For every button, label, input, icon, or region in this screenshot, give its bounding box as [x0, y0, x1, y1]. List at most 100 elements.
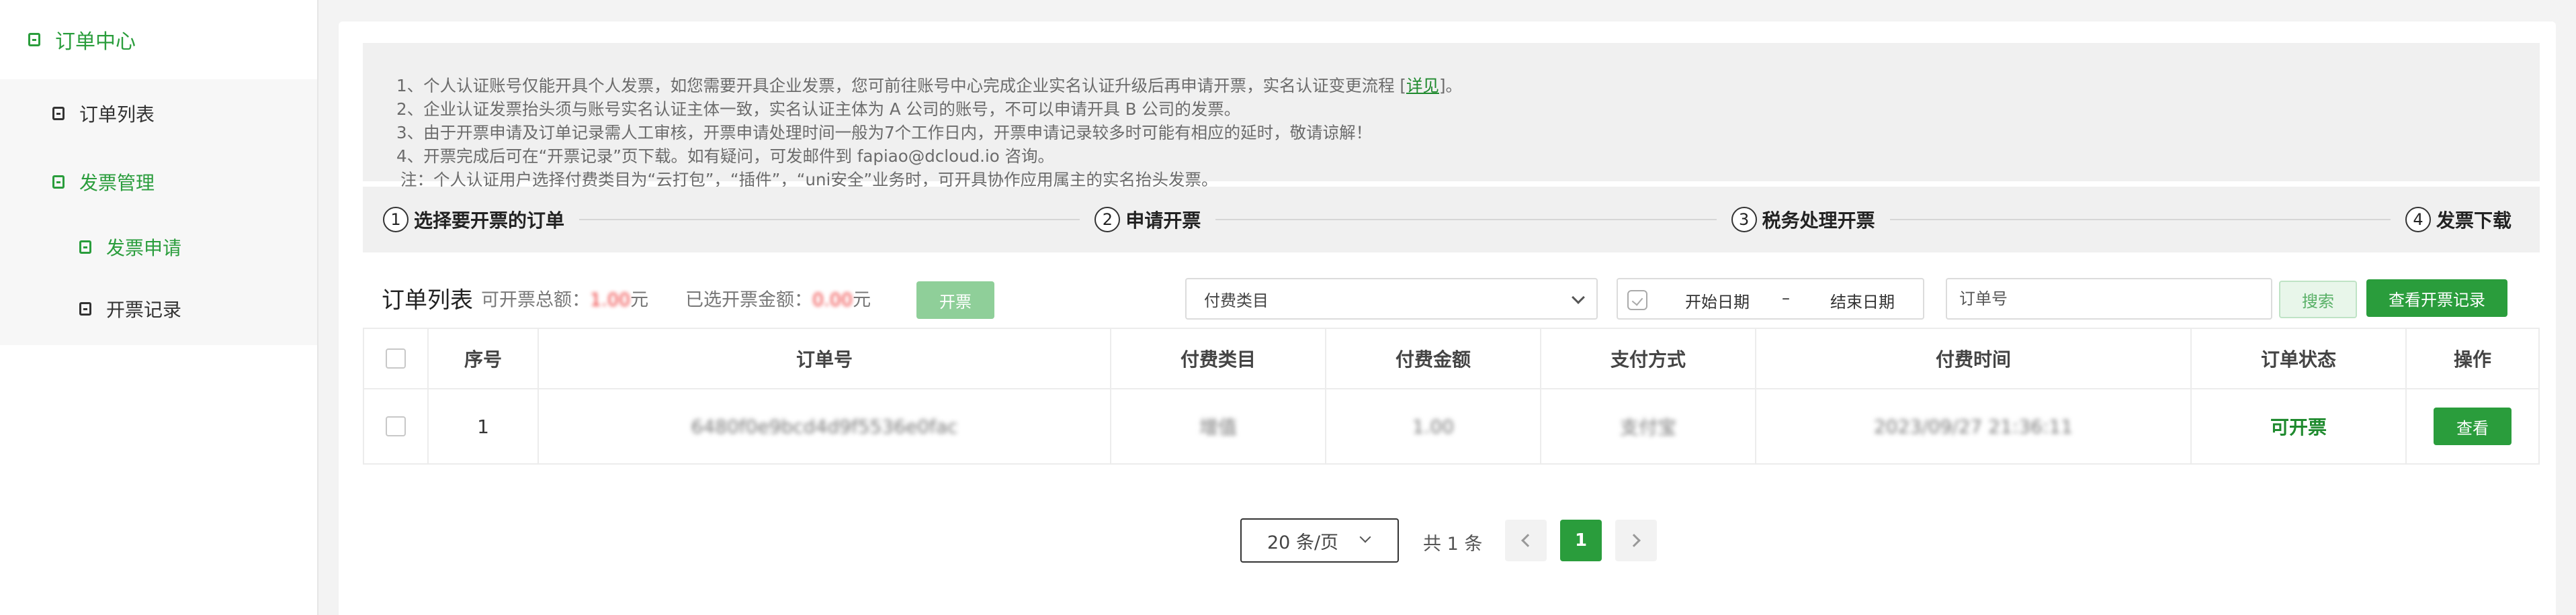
sidebar-item-invoice-management[interactable]: 发票管理 — [0, 148, 317, 216]
step-4: 4 发票下载 — [2405, 206, 2511, 233]
order-toolbar: 订单列表 可开票总额：1.00元 已选开票金额：0.00元 开票 付费类目 开始… — [339, 250, 2556, 328]
selected-amount-label: 已选开票金额： — [685, 289, 812, 311]
date-start[interactable]: 开始日期 — [1685, 289, 1750, 312]
order-table: 序号 订单号 付费类目 付费金额 支付方式 付费时间 订单状态 操作 1 648… — [363, 328, 2540, 465]
notice-text: 1、个人认证账号仅能开具个人发票，如您需要开具企业发票，您可前往账号中心完成企业… — [396, 76, 1406, 95]
sidebar-group-order-center[interactable]: 订单中心 — [0, 0, 317, 79]
header-category: 付费类目 — [1111, 329, 1326, 388]
header-payment: 支付方式 — [1541, 329, 1756, 388]
header-time: 付费时间 — [1756, 329, 2192, 388]
step-label: 选择要开票的订单 — [414, 209, 565, 232]
header-status: 订单状态 — [2192, 329, 2407, 388]
total-count: 共 1 条 — [1423, 534, 1483, 555]
issue-invoice-button[interactable]: 开票 — [916, 281, 994, 319]
step-number: 2 — [1094, 207, 1121, 232]
row-checkbox[interactable] — [386, 416, 406, 436]
row-status: 可开票 — [2192, 389, 2407, 463]
status-badge: 可开票 — [2270, 416, 2327, 438]
step-label: 税务处理开票 — [1762, 209, 1875, 232]
document-icon — [52, 107, 65, 120]
page-size-value: 20 条/页 — [1267, 532, 1339, 553]
step-label: 发票下载 — [2436, 209, 2511, 232]
row-index: 1 — [429, 389, 539, 463]
step-3: 3 税务处理开票 — [1731, 206, 1875, 233]
header-action: 操作 — [2453, 348, 2491, 371]
category-value: 增值 — [1199, 416, 1237, 438]
main-panel: 1、个人认证账号仅能开具个人发票，如您需要开具企业发票，您可前往账号中心完成企业… — [339, 21, 2556, 615]
chevron-right-icon — [1627, 534, 1641, 547]
process-steps: 1 选择要开票的订单 2 申请开票 3 税务处理开票 4 发票下载 — [363, 187, 2540, 252]
search-button[interactable]: 搜索 — [2279, 281, 2357, 318]
step-connector — [1215, 219, 1717, 220]
notice-line-1: 1、个人认证账号仅能开具个人发票，如您需要开具企业发票，您可前往账号中心完成企业… — [396, 74, 2540, 97]
header-index: 序号 — [429, 329, 539, 388]
amount-value: 1.00 — [1412, 415, 1455, 438]
view-button[interactable]: 查看 — [2434, 408, 2511, 445]
row-action: 查看 — [2407, 389, 2538, 463]
chevron-left-icon — [1521, 534, 1535, 547]
row-payment: 支付宝 — [1541, 389, 1756, 463]
step-label: 申请开票 — [1125, 209, 1201, 232]
sidebar: 订单中心 订单列表 发票管理 发票申请 开票记录 — [0, 0, 318, 615]
category-select-value: 付费类目 — [1204, 291, 1269, 310]
step-connector — [1889, 219, 2391, 220]
order-number-input[interactable] — [1946, 278, 2272, 320]
sidebar-group-label: 订单中心 — [55, 30, 136, 54]
sidebar-item-label: 发票管理 — [79, 172, 155, 194]
step-2: 2 申请开票 — [1094, 206, 1201, 233]
document-icon — [52, 175, 65, 189]
page-1-button[interactable]: 1 — [1560, 520, 1602, 561]
row-order-no: 6480f0e9bcd4d9f5536e0fac — [539, 389, 1111, 463]
notice-line-3: 3、由于开票申请及订单记录需人工审核，开票申请处理时间一般为7个工作日内，开票申… — [396, 123, 1373, 142]
notice-text: ]。 — [1439, 76, 1462, 95]
header-amount: 付费金额 — [1326, 329, 1541, 388]
details-link[interactable]: 详见 — [1406, 76, 1439, 95]
unit-label: 元 — [853, 289, 871, 311]
sidebar-item-label: 发票申请 — [106, 237, 182, 259]
section-title: 订单列表 — [382, 287, 473, 314]
date-range-picker[interactable]: 开始日期 – 结束日期 — [1617, 278, 1924, 320]
document-icon — [79, 240, 91, 254]
document-icon — [28, 33, 40, 46]
notice-line-4: 4、开票完成后可在“开票记录”页下载。如有疑问，可发邮件到 fapiao@dcl… — [396, 146, 1055, 166]
page-size-select[interactable]: 20 条/页 — [1240, 518, 1399, 563]
sidebar-item-invoice-records[interactable]: 开票记录 — [0, 278, 317, 340]
row-amount: 1.00 — [1326, 389, 1541, 463]
category-select[interactable]: 付费类目 — [1185, 278, 1598, 320]
prev-page-button[interactable] — [1505, 520, 1547, 561]
sidebar-item-invoice-apply[interactable]: 发票申请 — [0, 216, 317, 278]
sidebar-item-order-list[interactable]: 订单列表 — [0, 79, 317, 148]
chevron-down-icon — [1359, 531, 1371, 543]
unit-label: 元 — [630, 289, 649, 311]
calendar-icon — [1627, 290, 1647, 310]
step-number: 1 — [383, 207, 409, 232]
sidebar-submenu: 订单列表 发票管理 发票申请 开票记录 — [0, 79, 317, 345]
time-value: 2023/09/27 21:36:11 — [1873, 415, 2073, 438]
step-number: 4 — [2405, 207, 2431, 232]
select-all-checkbox[interactable] — [386, 348, 406, 369]
row-checkbox-cell — [364, 389, 429, 463]
date-separator: – — [1782, 289, 1790, 308]
order-no-value: 6480f0e9bcd4d9f5536e0fac — [691, 415, 958, 438]
selected-amount: 已选开票金额：0.00元 — [685, 285, 871, 312]
view-records-button[interactable]: 查看开票记录 — [2366, 279, 2507, 317]
total-amount-label: 可开票总额： — [481, 289, 590, 311]
notice-line-2: 2、企业认证发票抬头须与账号实名认证主体一致，实名认证主体为 A 公司的账号，不… — [396, 99, 1241, 119]
date-end[interactable]: 结束日期 — [1830, 289, 1895, 312]
step-number: 3 — [1731, 207, 1757, 232]
next-page-button[interactable] — [1615, 520, 1657, 561]
document-icon — [79, 302, 91, 316]
table-header-row: 序号 订单号 付费类目 付费金额 支付方式 付费时间 订单状态 操作 — [364, 329, 2538, 389]
row-time: 2023/09/27 21:36:11 — [1756, 389, 2192, 463]
step-1: 1 选择要开票的订单 — [383, 206, 564, 233]
notice-box: 1、个人认证账号仅能开具个人发票，如您需要开具企业发票，您可前往账号中心完成企业… — [363, 43, 2540, 189]
header-checkbox-cell — [364, 329, 429, 388]
sidebar-item-label: 开票记录 — [106, 299, 182, 321]
step-connector — [579, 219, 1080, 220]
chevron-down-icon — [1572, 291, 1585, 304]
selected-amount-value: 0.00 — [812, 289, 853, 311]
table-row: 1 6480f0e9bcd4d9f5536e0fac 增值 1.00 支付宝 2… — [364, 389, 2538, 463]
total-amount-value: 1.00 — [590, 289, 631, 311]
sidebar-item-label: 订单列表 — [79, 103, 155, 126]
header-order-no: 订单号 — [539, 329, 1111, 388]
